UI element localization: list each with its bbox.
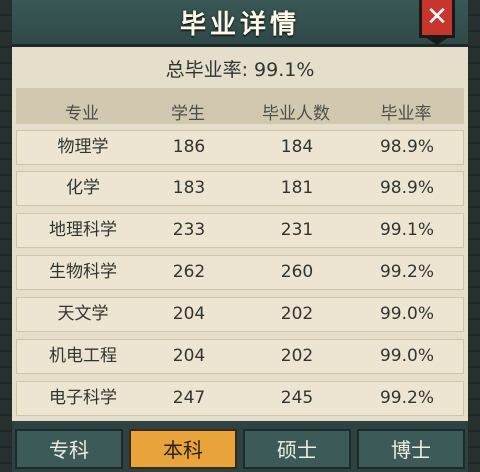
row-graduates: 202 xyxy=(280,304,314,324)
row-major: 生物科学 xyxy=(49,262,117,282)
row-rate: 99.0% xyxy=(379,304,434,324)
row-major: 天文学 xyxy=(57,304,109,324)
summary-label: 总毕业率: xyxy=(165,59,248,81)
row-major: 物理学 xyxy=(57,137,109,157)
header-major: 专业 xyxy=(65,104,99,124)
tab-doctorate[interactable]: 博士 xyxy=(357,429,465,469)
dialog-title: 毕业详情 xyxy=(179,10,300,40)
row-major: 机电工程 xyxy=(49,346,117,366)
table-row: 机电工程 204 202 99.0% xyxy=(16,339,464,374)
table-row: 地理科学 233 231 99.1% xyxy=(16,213,464,248)
close-button[interactable]: ✕ xyxy=(419,0,455,45)
header-students: 学生 xyxy=(171,104,205,124)
table-row: 物理学 186 184 98.9% xyxy=(16,130,464,165)
tab-associate[interactable]: 专科 xyxy=(15,429,123,469)
tab-master[interactable]: 硕士 xyxy=(243,429,351,469)
header-graduates: 毕业人数 xyxy=(262,104,330,124)
row-rate: 98.9% xyxy=(379,137,434,157)
table-row: 生物科学 262 260 99.2% xyxy=(16,255,464,290)
row-students: 183 xyxy=(172,178,206,198)
row-graduates: 184 xyxy=(280,137,314,157)
row-graduates: 245 xyxy=(280,388,314,408)
table-row: 天文学 204 202 99.0% xyxy=(16,297,464,332)
row-major: 化学 xyxy=(66,178,100,198)
close-icon: ✕ xyxy=(426,2,448,32)
row-students: 233 xyxy=(172,220,206,240)
row-graduates: 202 xyxy=(280,346,314,366)
degree-tabs: 专科 本科 硕士 博士 xyxy=(15,429,465,469)
table-row: 化学 183 181 98.9% xyxy=(16,171,464,206)
row-students: 186 xyxy=(172,137,206,157)
header-rate: 毕业率 xyxy=(380,104,432,124)
tab-bachelor[interactable]: 本科 xyxy=(129,429,237,469)
row-graduates: 181 xyxy=(280,178,314,198)
row-students: 262 xyxy=(172,262,206,282)
title-bar: 毕业详情 xyxy=(12,0,468,47)
row-students: 204 xyxy=(172,346,206,366)
row-graduates: 231 xyxy=(280,220,314,240)
row-major: 地理科学 xyxy=(49,220,117,240)
graduation-summary: 总毕业率: 99.1% xyxy=(12,55,468,82)
table-row: 电子科学 247 245 99.2% xyxy=(16,381,464,416)
row-rate: 98.9% xyxy=(379,178,434,198)
row-students: 204 xyxy=(172,304,206,324)
row-rate: 99.1% xyxy=(379,220,434,240)
row-major: 电子科学 xyxy=(49,388,117,408)
summary-value: 99.1% xyxy=(254,59,315,81)
row-graduates: 260 xyxy=(280,262,314,282)
row-rate: 99.2% xyxy=(379,262,434,282)
row-rate: 99.0% xyxy=(379,346,434,366)
row-students: 247 xyxy=(172,388,206,408)
row-rate: 99.2% xyxy=(379,388,434,408)
